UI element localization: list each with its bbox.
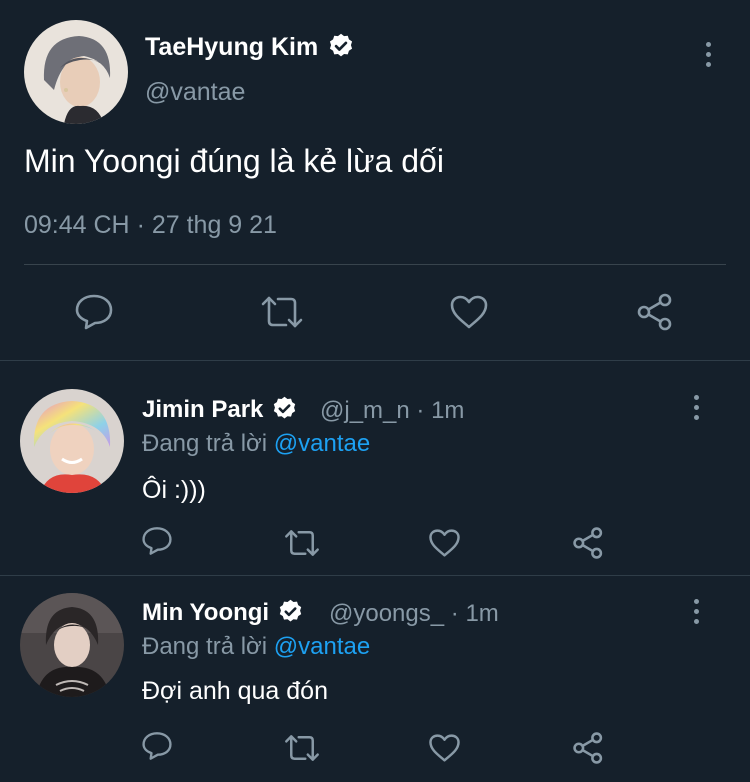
tweet-time: 1m	[465, 600, 499, 627]
tweet-timestamp[interactable]: 09:44 CH · 27 thg 9 21	[24, 211, 277, 240]
author-handle-line: @j_m_n · 1m	[320, 397, 465, 424]
verified-icon	[330, 34, 353, 57]
main-tweet: TaeHyung Kim @vantae Min Yoongi đúng là …	[0, 0, 750, 360]
author-handle[interactable]: @vantae	[145, 78, 245, 107]
retweet-icon	[261, 296, 303, 328]
retweet-icon	[285, 735, 319, 761]
divider	[24, 264, 726, 265]
verified-icon	[273, 396, 296, 419]
share-icon	[573, 732, 603, 764]
reply-tweet: Jimin Park @j_m_n · 1m Đang trả lời @van…	[0, 361, 750, 575]
retweet-button[interactable]	[283, 528, 321, 558]
tweet-time: 1m	[431, 397, 465, 424]
reply-tweet: Min Yoongi @yoongs_ · 1m Đang trả lời @v…	[0, 576, 750, 782]
like-icon	[450, 295, 488, 329]
replying-to: Đang trả lời @vantae	[142, 430, 370, 458]
author-handle-line: @yoongs_ · 1m	[329, 600, 499, 627]
reply-button[interactable]	[141, 731, 173, 761]
avatar[interactable]	[24, 20, 128, 124]
tweet-text: Min Yoongi đúng là kẻ lừa dối	[24, 143, 444, 179]
reply-button[interactable]	[141, 526, 173, 556]
author-name[interactable]: TaeHyung Kim	[145, 33, 355, 62]
replying-to: Đang trả lời @vantae	[142, 633, 370, 661]
share-icon	[637, 293, 672, 331]
author-handle[interactable]: @j_m_n	[320, 397, 410, 424]
tweet-time: 09:44 CH	[24, 211, 130, 239]
reply-icon	[142, 527, 172, 555]
more-icon[interactable]	[696, 39, 720, 69]
author-name[interactable]: Min Yoongi	[142, 599, 304, 627]
share-icon	[573, 527, 603, 559]
author-name[interactable]: Jimin Park	[142, 396, 298, 424]
like-button[interactable]	[449, 294, 489, 330]
retweet-button[interactable]	[259, 294, 305, 330]
replying-label: Đang trả lời	[142, 430, 268, 457]
mention-link[interactable]: @vantae	[274, 430, 370, 457]
retweet-icon	[285, 530, 319, 556]
reply-icon	[75, 294, 113, 330]
tweet-text: Đợi anh qua đón	[142, 677, 328, 705]
tweet-date: 27 thg 9 21	[151, 211, 277, 239]
avatar[interactable]	[20, 593, 124, 697]
like-icon	[429, 529, 460, 557]
share-button[interactable]	[572, 731, 606, 765]
timestamp-separator: ·	[129, 211, 152, 239]
more-icon[interactable]	[684, 596, 708, 626]
share-button[interactable]	[636, 292, 676, 332]
like-button[interactable]	[428, 528, 461, 558]
verified-icon	[279, 599, 301, 622]
reply-button[interactable]	[74, 293, 114, 331]
more-icon[interactable]	[684, 392, 708, 422]
like-button[interactable]	[428, 733, 461, 763]
avatar[interactable]	[20, 389, 124, 493]
mention-link[interactable]: @vantae	[274, 633, 370, 660]
tweet-text: Ôi :)))	[142, 476, 206, 504]
replying-label: Đang trả lời	[142, 633, 268, 660]
share-button[interactable]	[572, 526, 606, 560]
like-icon	[429, 734, 460, 762]
author-handle[interactable]: @yoongs_	[329, 600, 444, 627]
retweet-button[interactable]	[283, 733, 321, 763]
reply-icon	[142, 732, 172, 760]
